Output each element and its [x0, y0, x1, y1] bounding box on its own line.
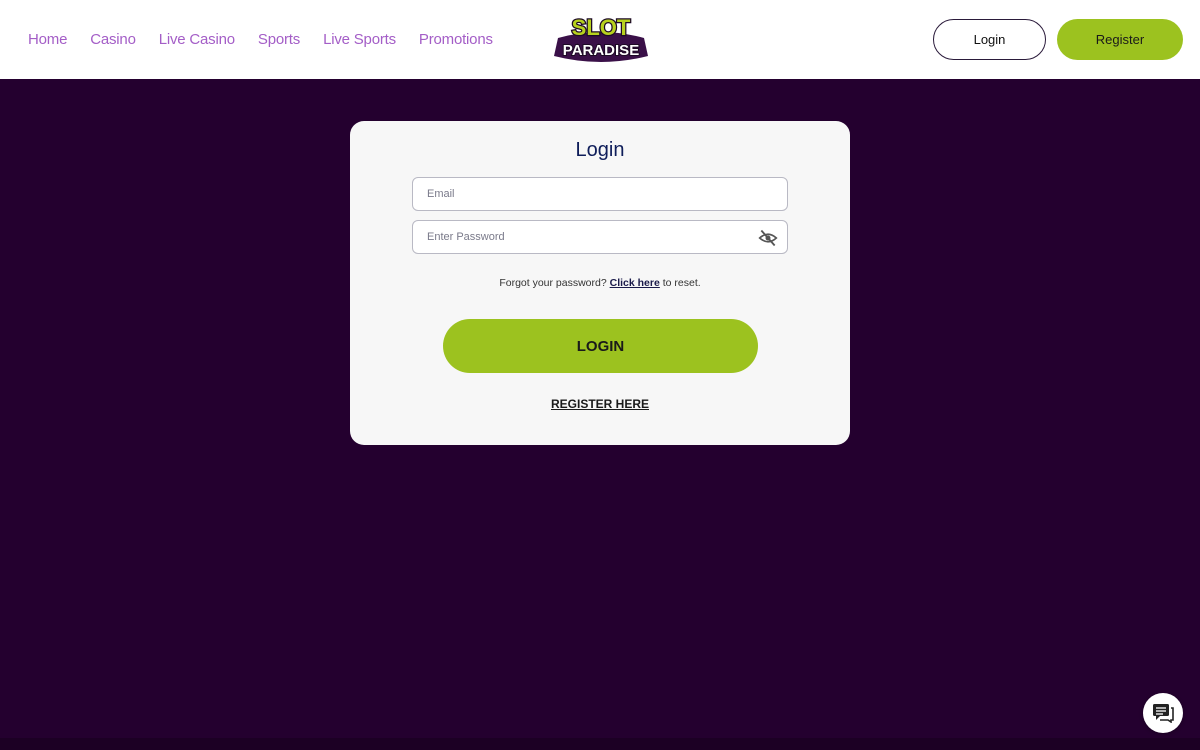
logo-text-top: SLOT [572, 15, 631, 40]
reset-password-link[interactable]: Click here [610, 277, 660, 289]
nav-casino[interactable]: Casino [90, 31, 136, 48]
password-input[interactable] [413, 221, 787, 253]
forgot-suffix: to reset. [662, 277, 701, 289]
header-register-button[interactable]: Register [1057, 19, 1183, 60]
login-title: Login [575, 139, 625, 161]
email-input[interactable] [413, 178, 787, 210]
eye-off-icon[interactable] [758, 228, 778, 248]
nav-live-casino[interactable]: Live Casino [159, 31, 235, 48]
password-field [412, 220, 788, 254]
forgot-prefix: Forgot your password? [499, 277, 607, 289]
main-nav: Home Casino Live Casino Sports Live Spor… [28, 0, 516, 79]
slot-paradise-logo[interactable]: SLOT PARADISE [552, 8, 650, 64]
nav-home[interactable]: Home [28, 31, 67, 48]
header-login-button[interactable]: Login [933, 19, 1046, 60]
chat-icon [1153, 704, 1174, 723]
chat-button[interactable] [1143, 693, 1183, 733]
nav-sports[interactable]: Sports [258, 31, 300, 48]
login-card: Login Forgot your password? Click here t… [350, 121, 850, 445]
register-here-link[interactable]: REGISTER HERE [350, 397, 850, 411]
logo-text-bottom: PARADISE [563, 42, 639, 59]
top-navigation-bar: Home Casino Live Casino Sports Live Spor… [0, 0, 1200, 79]
login-submit-button[interactable]: LOGIN [443, 319, 758, 373]
footer-strip [0, 738, 1200, 750]
nav-live-sports[interactable]: Live Sports [323, 31, 396, 48]
email-field [412, 177, 788, 211]
forgot-password-text: Forgot your password? Click here to rese… [350, 277, 850, 289]
nav-promotions[interactable]: Promotions [419, 31, 493, 48]
